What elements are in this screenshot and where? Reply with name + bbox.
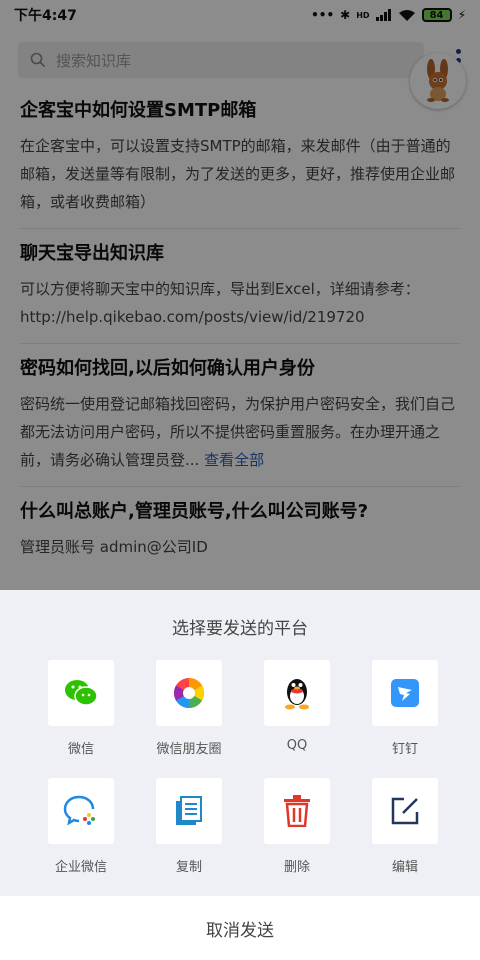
tile: [264, 778, 330, 844]
share-qq-button[interactable]: QQ: [243, 660, 351, 778]
share-dingtalk-button[interactable]: 钉钉: [351, 660, 459, 778]
platform-label: 编辑: [391, 860, 418, 875]
platform-label: 钉钉: [391, 742, 418, 757]
delete-icon: [284, 795, 310, 827]
copy-button[interactable]: 复制: [135, 778, 243, 896]
share-wechat-button[interactable]: 微信: [27, 660, 135, 778]
platform-label: 复制: [175, 860, 202, 875]
platform-label: QQ: [286, 738, 308, 753]
tile: [372, 660, 438, 726]
wechat-icon: [65, 680, 98, 706]
edit-icon: [391, 797, 419, 825]
tile: [156, 778, 222, 844]
wecom-icon: [63, 795, 95, 826]
tile: [264, 660, 330, 726]
platform-label: 删除: [283, 860, 310, 875]
platform-label: 微信: [67, 742, 94, 757]
dingtalk-icon: [391, 679, 419, 707]
share-sheet: 选择要发送的平台 微信 微信朋友圈 QQ 钉钉 企业微信 复制 删除 编辑 取消…: [0, 590, 480, 960]
edit-button[interactable]: 编辑: [351, 778, 459, 896]
tile: [48, 660, 114, 726]
modal-backdrop[interactable]: [0, 0, 480, 590]
moments-icon: [173, 678, 205, 708]
qq-icon: [285, 679, 309, 710]
tile: [372, 778, 438, 844]
platform-label: 微信朋友圈: [156, 742, 222, 757]
tile: [156, 660, 222, 726]
share-moments-button[interactable]: 微信朋友圈: [135, 660, 243, 778]
cancel-send-button[interactable]: 取消发送: [0, 896, 480, 960]
platform-label: 企业微信: [54, 860, 107, 875]
delete-button[interactable]: 删除: [243, 778, 351, 896]
copy-icon: [176, 796, 202, 825]
share-wecom-button[interactable]: 企业微信: [27, 778, 135, 896]
platform-grid: 微信 微信朋友圈 QQ 钉钉 企业微信 复制 删除 编辑: [6, 660, 480, 896]
tile: [48, 778, 114, 844]
share-sheet-title: 选择要发送的平台: [172, 619, 308, 639]
